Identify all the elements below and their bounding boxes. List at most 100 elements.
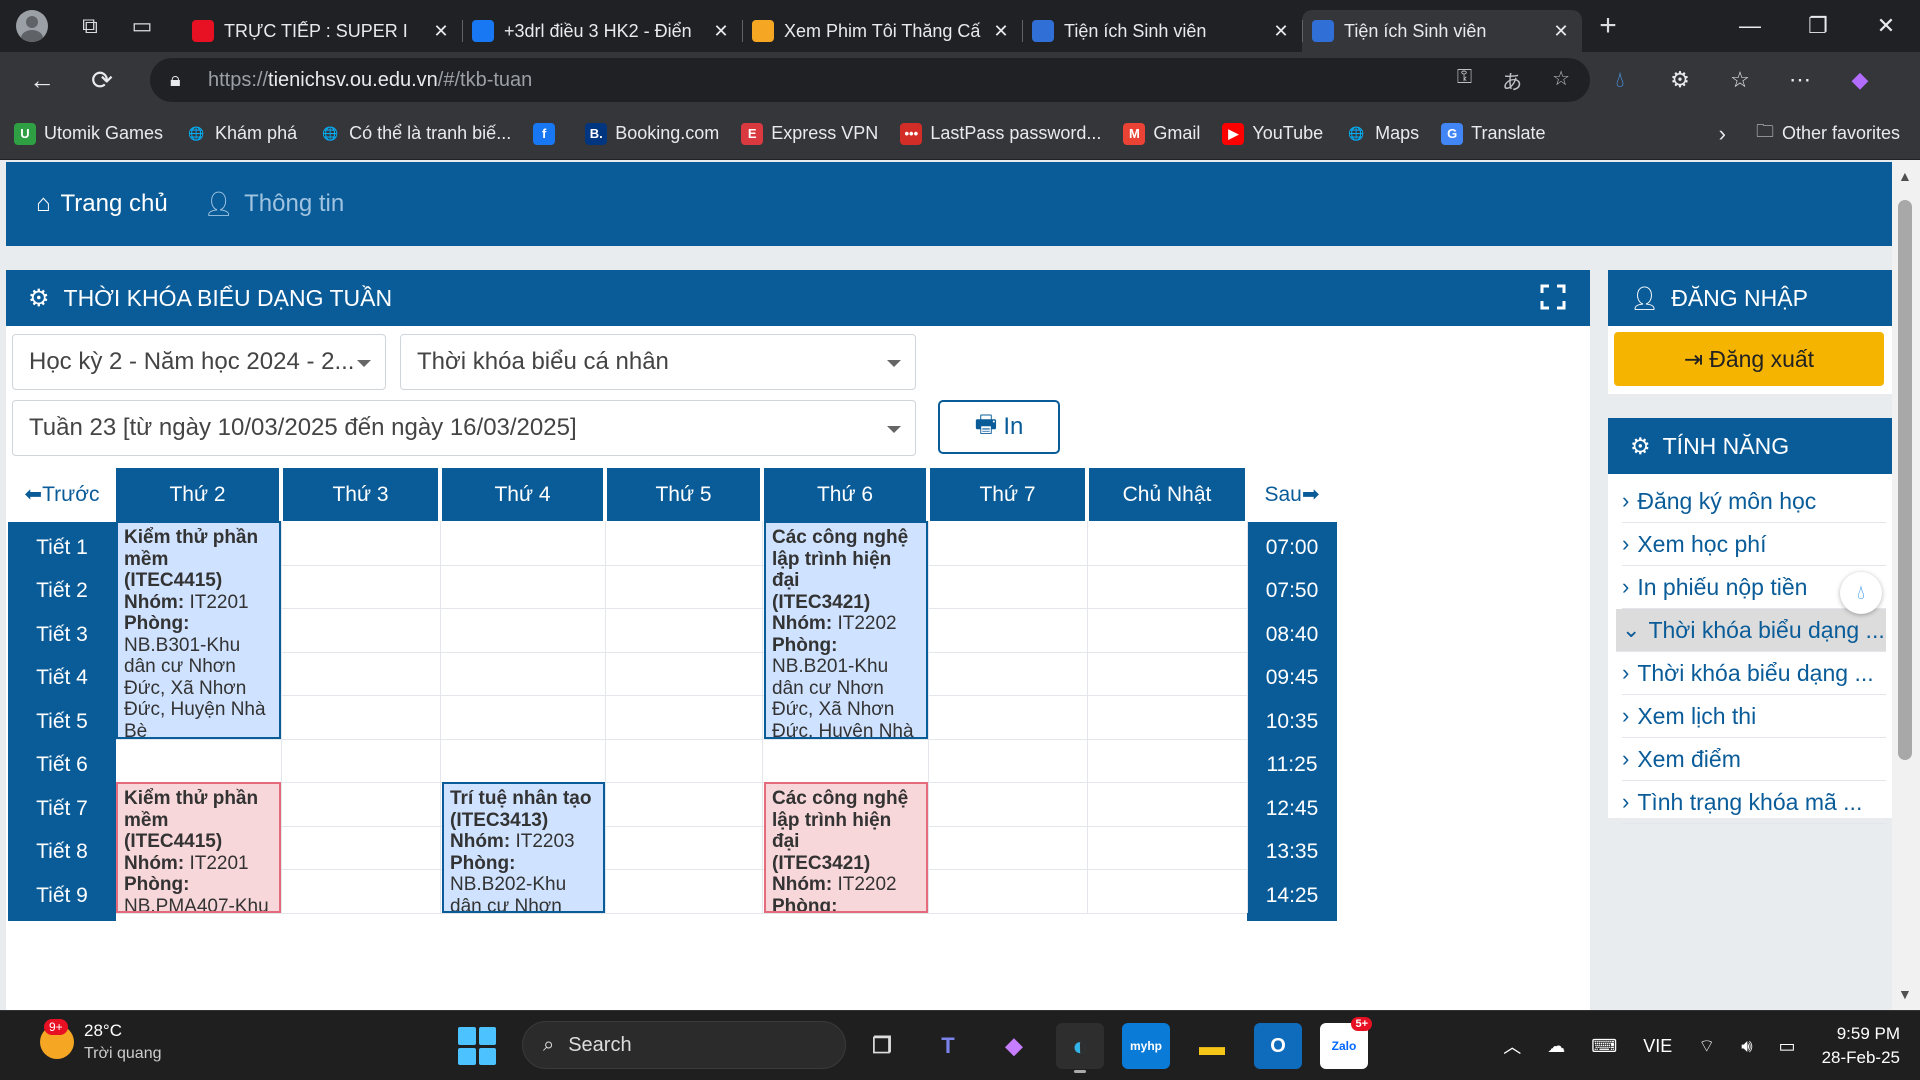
extension-drop-icon[interactable]: 💧︎ bbox=[1600, 67, 1640, 93]
workspaces-icon[interactable]: ⧉ bbox=[64, 0, 116, 52]
tab-actions-icon[interactable]: ▭ bbox=[116, 0, 168, 52]
course-code: (ITEC4415) bbox=[124, 831, 223, 852]
volume-icon[interactable]: 🔊︎ bbox=[1741, 1036, 1752, 1057]
close-icon[interactable]: ✕ bbox=[710, 21, 732, 42]
close-window-button[interactable]: ✕ bbox=[1852, 0, 1920, 52]
zalo-badge: 5+ bbox=[1351, 1017, 1372, 1031]
bookmarks-overflow-icon[interactable]: › bbox=[1719, 121, 1726, 147]
print-button[interactable]: 🖶︎ In bbox=[938, 400, 1060, 454]
feature-item[interactable]: › Đăng ký môn học bbox=[1622, 480, 1886, 523]
course-block[interactable]: Trí tuệ nhân tạo (ITEC3413) Nhóm: IT2203 Ph… bbox=[442, 782, 605, 913]
feature-item[interactable]: › Xem điểm bbox=[1622, 738, 1886, 781]
start-button[interactable] bbox=[458, 1027, 496, 1065]
home-icon: ⌂ bbox=[36, 190, 51, 217]
back-button[interactable]: ← bbox=[12, 52, 72, 108]
close-icon[interactable]: ✕ bbox=[1270, 21, 1292, 42]
bookmark-item[interactable]: U Utomik Games bbox=[14, 122, 163, 145]
prev-week-button[interactable]: ⬅ Trước bbox=[8, 468, 116, 521]
read-aloud-icon[interactable]: あ bbox=[1502, 66, 1522, 95]
feature-item[interactable]: › Thời khóa biểu dạng ... bbox=[1622, 652, 1886, 695]
bookmark-item[interactable]: ••• LastPass password... bbox=[900, 122, 1101, 145]
close-icon[interactable]: ✕ bbox=[990, 21, 1012, 42]
extensions-icon[interactable]: ⚙ bbox=[1660, 67, 1700, 93]
minimize-button[interactable]: — bbox=[1716, 0, 1784, 52]
scrollbar-thumb[interactable] bbox=[1898, 200, 1912, 760]
copilot-icon[interactable]: ◆ bbox=[1840, 67, 1880, 93]
weather-widget[interactable]: 9+ 28°C Trời quang bbox=[40, 1019, 162, 1063]
nav-home-link[interactable]: ⌂ Trang chủ bbox=[36, 190, 168, 218]
course-group: Nhóm: IT2203 bbox=[450, 831, 597, 853]
course-block[interactable]: Kiểm thử phần mềm (ITEC4415) Nhóm: IT2201 P… bbox=[116, 782, 281, 913]
file-explorer-icon[interactable]: ▬ bbox=[1188, 1023, 1236, 1069]
keyboard-icon[interactable]: ⌨ bbox=[1591, 1036, 1617, 1057]
active-indicator bbox=[1074, 1070, 1086, 1073]
chevron-up-icon[interactable]: ︿ bbox=[1503, 1033, 1521, 1059]
wifi-icon[interactable]: ⌔ bbox=[1698, 1035, 1715, 1058]
browser-tab[interactable]: Tiện ích Sinh viên ✕ bbox=[1302, 10, 1582, 52]
bookmark-item[interactable]: B. Booking.com bbox=[585, 122, 719, 145]
bookmark-item[interactable]: M Gmail bbox=[1123, 122, 1200, 145]
bookmark-item[interactable]: f bbox=[533, 122, 563, 145]
task-view-icon[interactable]: ❐ bbox=[858, 1023, 906, 1069]
folder-icon: 🗀 bbox=[1755, 120, 1774, 141]
profile-button[interactable] bbox=[0, 0, 64, 52]
new-tab-button[interactable]: + bbox=[1582, 0, 1634, 52]
nav-info-link[interactable]: 👤︎ Thông tin bbox=[204, 190, 345, 219]
teams-icon[interactable]: T bbox=[924, 1023, 972, 1069]
feature-item[interactable]: › Tình trạng khóa mã ... bbox=[1622, 781, 1886, 824]
browser-tab[interactable]: Tiện ích Sinh viên ✕ bbox=[1022, 10, 1302, 52]
more-menu-icon[interactable]: ⋯ bbox=[1780, 67, 1820, 93]
browser-tab[interactable]: TRỰC TIẾP : SUPER I ✕ bbox=[182, 10, 462, 52]
bookmark-item[interactable]: 🌐 Maps bbox=[1345, 123, 1419, 145]
restore-button[interactable]: ❐ bbox=[1784, 0, 1852, 52]
next-week-button[interactable]: Sau ➡ bbox=[1247, 468, 1337, 521]
course-block[interactable]: Các công nghệ lập trình hiện đại (ITEC342… bbox=[764, 782, 928, 913]
page-scrollbar[interactable]: ▲ ▼ bbox=[1892, 160, 1920, 1010]
clock[interactable]: 9:59 PM 28-Feb-25 bbox=[1822, 1022, 1900, 1070]
favorite-star-icon[interactable]: ☆ bbox=[1552, 66, 1570, 95]
browser-tab[interactable]: +3drl điều 3 HK2 - Điển ✕ bbox=[462, 10, 742, 52]
zalo-icon[interactable]: Zalo 5+ bbox=[1320, 1017, 1372, 1069]
myhp-icon[interactable]: myhp bbox=[1122, 1023, 1170, 1069]
feature-label: In phiếu nộp tiền bbox=[1637, 573, 1808, 600]
bookmark-icon: f bbox=[533, 122, 556, 145]
browser-tab[interactable]: Xem Phim Tôi Thăng Cấ ✕ bbox=[742, 10, 1022, 52]
bookmark-item[interactable]: ▶ YouTube bbox=[1222, 122, 1323, 145]
outlook-icon[interactable]: O bbox=[1254, 1023, 1302, 1069]
close-icon[interactable]: ✕ bbox=[1550, 21, 1572, 42]
course-room-label: Phòng: bbox=[772, 895, 838, 913]
copilot-app-icon[interactable]: ◆ bbox=[990, 1023, 1038, 1069]
scroll-up-arrow-icon[interactable]: ▲ bbox=[1898, 168, 1912, 184]
battery-icon[interactable]: ▭ bbox=[1779, 1036, 1796, 1057]
scroll-down-arrow-icon[interactable]: ▼ bbox=[1898, 986, 1912, 1002]
course-group: Nhóm: IT2202 bbox=[772, 613, 920, 635]
course-block[interactable]: Các công nghệ lập trình hiện đại (ITEC342… bbox=[764, 521, 928, 739]
grid-row-line bbox=[116, 738, 1247, 740]
feature-item[interactable]: ⌄ Thời khóa biểu dạng ... bbox=[1616, 609, 1886, 652]
bookmark-item[interactable]: 🌐 Có thể là tranh biế... bbox=[319, 123, 511, 145]
refresh-button[interactable]: ⟳ bbox=[72, 52, 132, 108]
favorites-icon[interactable]: ☆ bbox=[1720, 67, 1760, 93]
bookmark-item[interactable]: G Translate bbox=[1441, 122, 1546, 145]
other-favorites[interactable]: 🗀 Other favorites bbox=[1756, 119, 1900, 149]
address-bar[interactable]: 🔒︎ https:// tienichsv.ou.edu.vn /#/tkb-t… bbox=[150, 58, 1590, 102]
windows-logo-icon bbox=[458, 1027, 476, 1045]
feature-item[interactable]: › Xem lịch thi bbox=[1622, 695, 1886, 738]
course-block[interactable]: Kiểm thử phần mềm (ITEC4415) Nhóm: IT2201 P… bbox=[116, 521, 281, 739]
week-select[interactable]: Tuần 23 [từ ngày 10/03/2025 đến ngày 16/… bbox=[12, 400, 916, 456]
fullscreen-icon[interactable] bbox=[1540, 284, 1566, 310]
onedrive-icon[interactable]: ☁ bbox=[1547, 1036, 1565, 1057]
semester-select[interactable]: Học kỳ 2 - Năm học 2024 - 2... bbox=[12, 334, 386, 390]
floating-assistant-icon[interactable]: 💧︎ bbox=[1840, 572, 1882, 614]
feature-item[interactable]: › Xem học phí bbox=[1622, 523, 1886, 566]
schedule-type-select[interactable]: Thời khóa biểu cá nhân bbox=[400, 334, 916, 390]
close-icon[interactable]: ✕ bbox=[430, 21, 452, 42]
key-icon[interactable]: ⚿ bbox=[1457, 66, 1472, 95]
logout-button[interactable]: ⇥ Đăng xuất bbox=[1614, 332, 1884, 386]
bookmark-item[interactable]: 🌐 Khám phá bbox=[185, 123, 297, 145]
taskbar-search[interactable]: ⌕ Search bbox=[522, 1021, 846, 1069]
edge-icon[interactable]: ◐ bbox=[1056, 1023, 1104, 1073]
course-room-value: NB.B202-Khu dân cư Nhơn Đức, Xã Nhơn Đức… bbox=[450, 874, 567, 913]
language-indicator[interactable]: VIE bbox=[1643, 1036, 1672, 1057]
bookmark-item[interactable]: E Express VPN bbox=[741, 122, 878, 145]
